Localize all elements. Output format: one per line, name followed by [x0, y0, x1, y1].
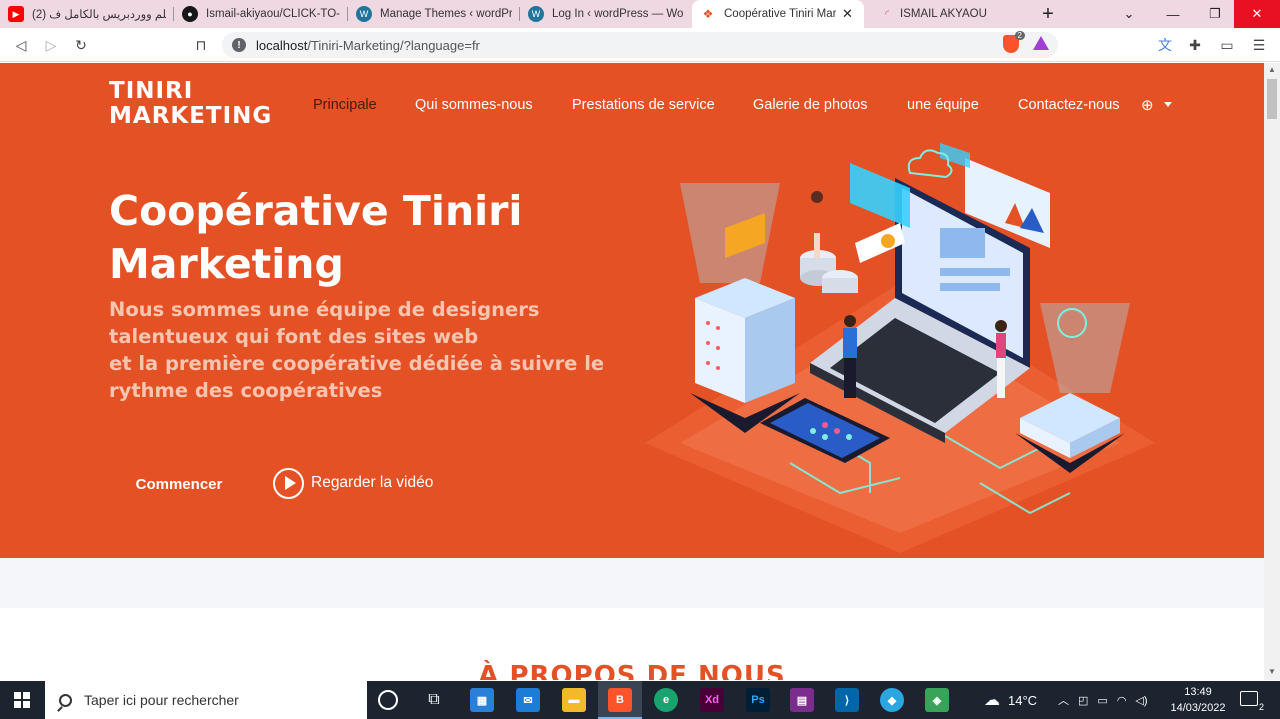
taskbar-clock[interactable]: 13:49 14/03/2022	[1168, 684, 1228, 716]
address-bar[interactable]: ! localhost/Tiniri-Marketing/?language=f…	[222, 32, 1058, 58]
watch-video-button[interactable]: Regarder la vidéo	[273, 467, 433, 499]
notifications-icon[interactable]: 2	[1240, 691, 1264, 712]
tab-youtube[interactable]: ▶ (2) تعلم ووردبريس بالكامل ف	[0, 0, 174, 28]
nav-item-contact[interactable]: Contactez-nous	[1018, 97, 1120, 113]
play-icon	[273, 467, 304, 499]
nav-item-galerie[interactable]: Galerie de photos	[753, 97, 867, 113]
tab-search-chevron-icon[interactable]: ⌄	[1106, 0, 1152, 28]
back-button[interactable]: ◁	[10, 34, 32, 56]
rain-cloud-icon: ☁	[984, 692, 1000, 709]
restore-button[interactable]: ❐	[1192, 0, 1238, 28]
tab-github[interactable]: ● Ismail-akiyaou/CLICK-TO-S	[174, 0, 348, 28]
new-tab-button[interactable]: +	[1030, 0, 1066, 28]
minimize-button[interactable]: —	[1150, 0, 1196, 28]
tray-expand-icon[interactable]: ︿	[1058, 692, 1069, 708]
translate-icon[interactable]: 文	[1156, 36, 1174, 54]
system-tray[interactable]: ︿ ◰ ▭ ◠ ◁)	[1058, 681, 1148, 719]
adobe-xd-icon[interactable]: Xd	[700, 688, 724, 712]
browser-toolbar: ◁ ▷ ↻ ⊓ ! localhost/Tiniri-Marketing/?la…	[0, 28, 1280, 62]
edge-icon[interactable]: e	[654, 688, 678, 712]
windows-taskbar: Taper ici pour rechercher ⧉ ▦ ✉ ▬ B e Xd…	[0, 681, 1280, 719]
mail-icon[interactable]: ✉	[516, 688, 540, 712]
tab-title: Manage Themes ‹ wordPres	[380, 8, 512, 20]
weather-temp: 14°C	[1008, 692, 1038, 708]
site-icon: ❖	[700, 6, 716, 22]
section-divider	[0, 558, 1264, 608]
site-info-icon[interactable]: !	[232, 38, 246, 52]
page-scrollbar[interactable]: ▲ ▼	[1264, 63, 1280, 680]
brave-shield-icon[interactable]: 2	[1003, 31, 1025, 53]
site-logo[interactable]: TINIRI MARKETING	[109, 79, 272, 129]
tab-cooperative-tiniri[interactable]: ❖ Coopérative Tiniri Mark ✕	[692, 0, 864, 28]
tab-title: (2) تعلم ووردبريس بالكامل ف	[32, 9, 166, 21]
hero-section: TINIRI MARKETING Principale Qui sommes-n…	[0, 63, 1264, 558]
nav-item-principale[interactable]: Principale	[313, 97, 377, 113]
tab-login[interactable]: W Log In ‹ wordPress — Word	[520, 0, 692, 28]
meet-now-icon[interactable]: ◰	[1078, 694, 1088, 707]
cortana-icon[interactable]	[378, 690, 398, 710]
nav-item-qui-sommes-nous[interactable]: Qui sommes-nous	[415, 97, 533, 113]
wordpress-icon: W	[356, 6, 372, 22]
tab-title: Coopérative Tiniri Mark	[724, 8, 836, 20]
tab-title: ISMAIL AKYAOU	[900, 8, 987, 20]
notification-count: 2	[1258, 702, 1264, 712]
scroll-down-icon[interactable]: ▼	[1268, 667, 1276, 676]
loading-icon: ◜	[885, 8, 889, 20]
reload-button[interactable]: ↻	[70, 34, 92, 56]
wallet-icon[interactable]: ▭	[1218, 36, 1236, 54]
gitkraken-icon[interactable]: ◈	[925, 688, 949, 712]
youtube-icon: ▶	[8, 6, 24, 22]
forward-button[interactable]: ▷	[40, 34, 62, 56]
battery-icon[interactable]: ▭	[1097, 694, 1107, 707]
clock-time: 13:49	[1184, 686, 1212, 698]
language-dropdown-caret-icon[interactable]	[1164, 102, 1172, 107]
logo-line-1: TINIRI	[109, 78, 194, 104]
close-tab-icon[interactable]: ✕	[842, 6, 853, 22]
taskbar-search[interactable]: Taper ici pour rechercher	[45, 681, 367, 719]
logo-line-2: MARKETING	[109, 103, 273, 129]
winrar-icon[interactable]: ▤	[790, 688, 814, 712]
nav-item-prestations[interactable]: Prestations de service	[572, 97, 715, 113]
photoshop-icon[interactable]: Ps	[746, 688, 770, 712]
url-path: /Tiniri-Marketing/?language=fr	[307, 37, 480, 53]
brave-rewards-icon[interactable]	[1033, 36, 1049, 50]
brave-browser-icon[interactable]: B	[608, 688, 632, 712]
section-title-about: À PROPOS DE NOUS	[478, 661, 786, 680]
wifi-icon[interactable]: ◠	[1117, 694, 1127, 707]
close-window-button[interactable]: ✕	[1234, 0, 1280, 28]
hero-illustration	[645, 143, 1155, 553]
scroll-thumb[interactable]	[1267, 79, 1277, 119]
tab-ismail-akyaou[interactable]: ◜ ISMAIL AKYAOU	[864, 0, 1030, 28]
store-icon[interactable]: ▦	[470, 688, 494, 712]
volume-icon[interactable]: ◁)	[1135, 694, 1147, 707]
extensions-icon[interactable]: ✚	[1186, 36, 1204, 54]
github-icon: ●	[182, 6, 198, 22]
vpn-icon[interactable]: ◆	[880, 688, 904, 712]
shield-count: 2	[1014, 31, 1025, 40]
url-host: localhost	[256, 37, 308, 53]
wordpress-icon: W	[528, 6, 544, 22]
scroll-up-icon[interactable]: ▲	[1268, 65, 1276, 74]
nav-item-equipe[interactable]: une équipe	[907, 97, 979, 113]
clock-date: 14/03/2022	[1170, 702, 1226, 714]
globe-icon[interactable]: ⊕	[1141, 96, 1154, 114]
tab-title: Log In ‹ wordPress — Word	[552, 8, 684, 20]
search-icon	[59, 693, 72, 707]
hero-title: Coopérative Tiniri Marketing	[109, 187, 523, 288]
bookmark-icon[interactable]: ⊓	[190, 34, 212, 56]
hero-subtitle: Nous sommes une équipe de designers tale…	[109, 298, 605, 402]
vscode-icon[interactable]: ⟩	[835, 688, 859, 712]
file-explorer-icon[interactable]: ▬	[562, 688, 586, 712]
windows-start-icon[interactable]	[14, 692, 30, 708]
search-placeholder: Taper ici pour rechercher	[84, 692, 239, 708]
web-page: TINIRI MARKETING Principale Qui sommes-n…	[0, 63, 1264, 680]
get-started-button[interactable]: Commencer	[109, 464, 249, 504]
tab-manage-themes[interactable]: W Manage Themes ‹ wordPres	[348, 0, 520, 28]
watch-video-label: Regarder la vidéo	[311, 474, 434, 491]
menu-icon[interactable]: ☰	[1250, 36, 1268, 54]
tab-title: Ismail-akiyaou/CLICK-TO-S	[206, 8, 340, 20]
weather-widget[interactable]: ☁ 14°C	[984, 681, 1037, 719]
task-view-icon[interactable]: ⧉	[422, 688, 446, 712]
browser-tab-strip: ▶ (2) تعلم ووردبريس بالكامل ف ● Ismail-a…	[0, 0, 1280, 28]
